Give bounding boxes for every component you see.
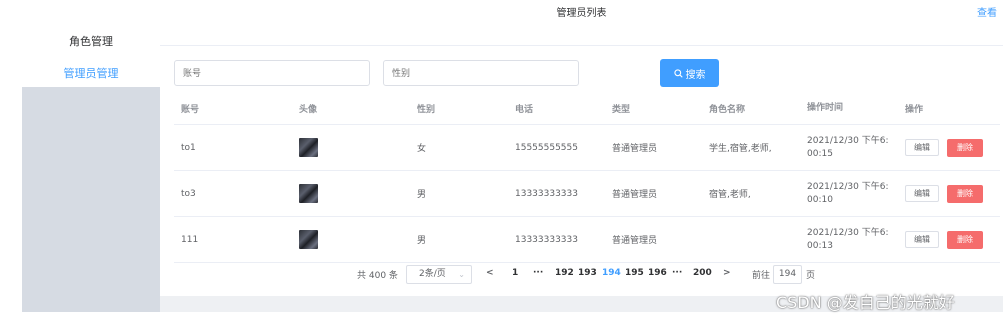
page-number[interactable]: 192 xyxy=(555,268,574,278)
prev-page-button[interactable]: < xyxy=(486,268,494,278)
watermark: CSDN @发自己的光就好 xyxy=(776,293,955,312)
avatar-cell xyxy=(299,125,318,170)
page-number[interactable]: 193 xyxy=(578,268,597,278)
search-icon xyxy=(673,68,683,78)
type-cell: 普通管理员 xyxy=(612,236,658,246)
page-number[interactable]: 1 xyxy=(512,268,518,278)
gender-search-input[interactable] xyxy=(383,60,579,86)
phone-cell: 13333333333 xyxy=(515,188,578,199)
sidebar: 角色管理 管理员管理 xyxy=(22,0,160,312)
gender-cell: 女 xyxy=(417,144,427,154)
table-row: to1 女 15555555555 普通管理员 学生,宿管,老师, 2021/1… xyxy=(174,125,1000,171)
avatar xyxy=(299,230,318,249)
edit-button[interactable]: 编辑 xyxy=(905,231,939,248)
search-button[interactable]: 搜索 xyxy=(660,59,719,87)
page-number[interactable]: 200 xyxy=(693,268,712,278)
delete-button[interactable]: 删除 xyxy=(947,138,983,157)
avatar-cell xyxy=(299,171,318,216)
goto-page-input[interactable]: 194 xyxy=(773,265,802,284)
time-line: 2021/12/30 下午6: xyxy=(807,181,889,192)
column-header-time: 操作时间 xyxy=(807,102,844,113)
account-search-input[interactable] xyxy=(174,60,370,86)
page-number-current[interactable]: 194 xyxy=(602,268,621,278)
column-header-type: 类型 xyxy=(612,104,631,115)
column-header-phone: 电话 xyxy=(515,104,534,115)
table-header-row: 账号 头像 性别 电话 类型 角色名称 操作时间 操作 xyxy=(174,92,1000,125)
delete-button[interactable]: 删除 xyxy=(947,230,983,249)
page-ellipsis[interactable]: ··· xyxy=(672,268,682,278)
edit-button[interactable]: 编辑 xyxy=(905,139,939,156)
account-cell: to1 xyxy=(181,142,196,153)
page-size-select[interactable]: 2条/页 ⌄ xyxy=(406,265,472,284)
time-cell: 2021/12/30 下午6: 00:13 xyxy=(807,217,897,262)
column-header-account: 账号 xyxy=(181,104,200,115)
chevron-down-icon: ⌄ xyxy=(458,270,465,279)
edit-button[interactable]: 编辑 xyxy=(905,185,939,202)
main-area: 管理员列表 查看 搜索 账号 头像 性别 电话 类型 角色名称 操作时间 操作 xyxy=(160,0,1003,312)
sidebar-item-admin-management[interactable]: 管理员管理 xyxy=(22,65,160,81)
page-suffix-label: 页 xyxy=(806,271,816,281)
page-title: 管理员列表 xyxy=(556,8,607,19)
roles-cell: 宿管,老师, xyxy=(709,190,751,200)
actions-cell: 编辑 删除 xyxy=(905,171,983,216)
page-size-value: 2条/页 xyxy=(419,269,446,279)
avatar xyxy=(299,138,318,157)
next-page-button[interactable]: > xyxy=(723,268,731,278)
page-number[interactable]: 196 xyxy=(648,268,667,278)
actions-cell: 编辑 删除 xyxy=(905,125,983,170)
pagination-total: 共 400 条 xyxy=(357,271,398,281)
pagination: 共 400 条 2条/页 ⌄ < 1 ··· 192 193 194 195 1… xyxy=(160,263,1003,287)
account-cell: to3 xyxy=(181,188,196,199)
avatar xyxy=(299,184,318,203)
phone-cell: 15555555555 xyxy=(515,142,578,153)
delete-button[interactable]: 删除 xyxy=(947,184,983,203)
type-cell: 普通管理员 xyxy=(612,190,658,200)
type-cell: 普通管理员 xyxy=(612,144,658,154)
roles-cell: 学生,宿管,老师, xyxy=(709,144,772,154)
goto-label: 前往 xyxy=(752,271,771,281)
account-cell: 111 xyxy=(181,234,199,245)
column-header-gender: 性别 xyxy=(417,104,436,115)
time-line: 2021/12/30 下午6: xyxy=(807,135,889,146)
admin-table: 账号 头像 性别 电话 类型 角色名称 操作时间 操作 to1 女 155555… xyxy=(174,92,1000,263)
column-header-actions: 操作 xyxy=(905,104,924,115)
view-link[interactable]: 查看 xyxy=(977,4,997,19)
phone-cell: 13333333333 xyxy=(515,234,578,245)
sidebar-menu: 角色管理 管理员管理 xyxy=(22,0,160,87)
time-cell: 2021/12/30 下午6: 00:15 xyxy=(807,125,897,170)
gender-cell: 男 xyxy=(417,190,427,200)
table-row: 111 男 13333333333 普通管理员 2021/12/30 下午6: 0… xyxy=(174,217,1000,263)
time-cell: 2021/12/30 下午6: 00:10 xyxy=(807,171,897,216)
card-header: 管理员列表 查看 xyxy=(160,0,1003,46)
sidebar-item-role-management[interactable]: 角色管理 xyxy=(22,33,160,49)
time-line: 00:13 xyxy=(807,240,833,251)
table-row: to3 男 13333333333 普通管理员 宿管,老师, 2021/12/3… xyxy=(174,171,1000,217)
avatar-cell xyxy=(299,217,318,262)
page-number[interactable]: 195 xyxy=(625,268,644,278)
time-line: 2021/12/30 下午6: xyxy=(807,227,889,238)
column-header-avatar: 头像 xyxy=(299,104,318,115)
time-line: 00:10 xyxy=(807,194,833,205)
admin-list-card: 管理员列表 查看 搜索 账号 头像 性别 电话 类型 角色名称 操作时间 操作 xyxy=(160,0,1003,296)
page-ellipsis[interactable]: ··· xyxy=(533,268,543,278)
actions-cell: 编辑 删除 xyxy=(905,217,983,262)
time-line: 00:15 xyxy=(807,148,833,159)
column-header-roles: 角色名称 xyxy=(709,104,746,115)
gender-cell: 男 xyxy=(417,236,427,246)
search-button-label: 搜索 xyxy=(685,69,706,81)
